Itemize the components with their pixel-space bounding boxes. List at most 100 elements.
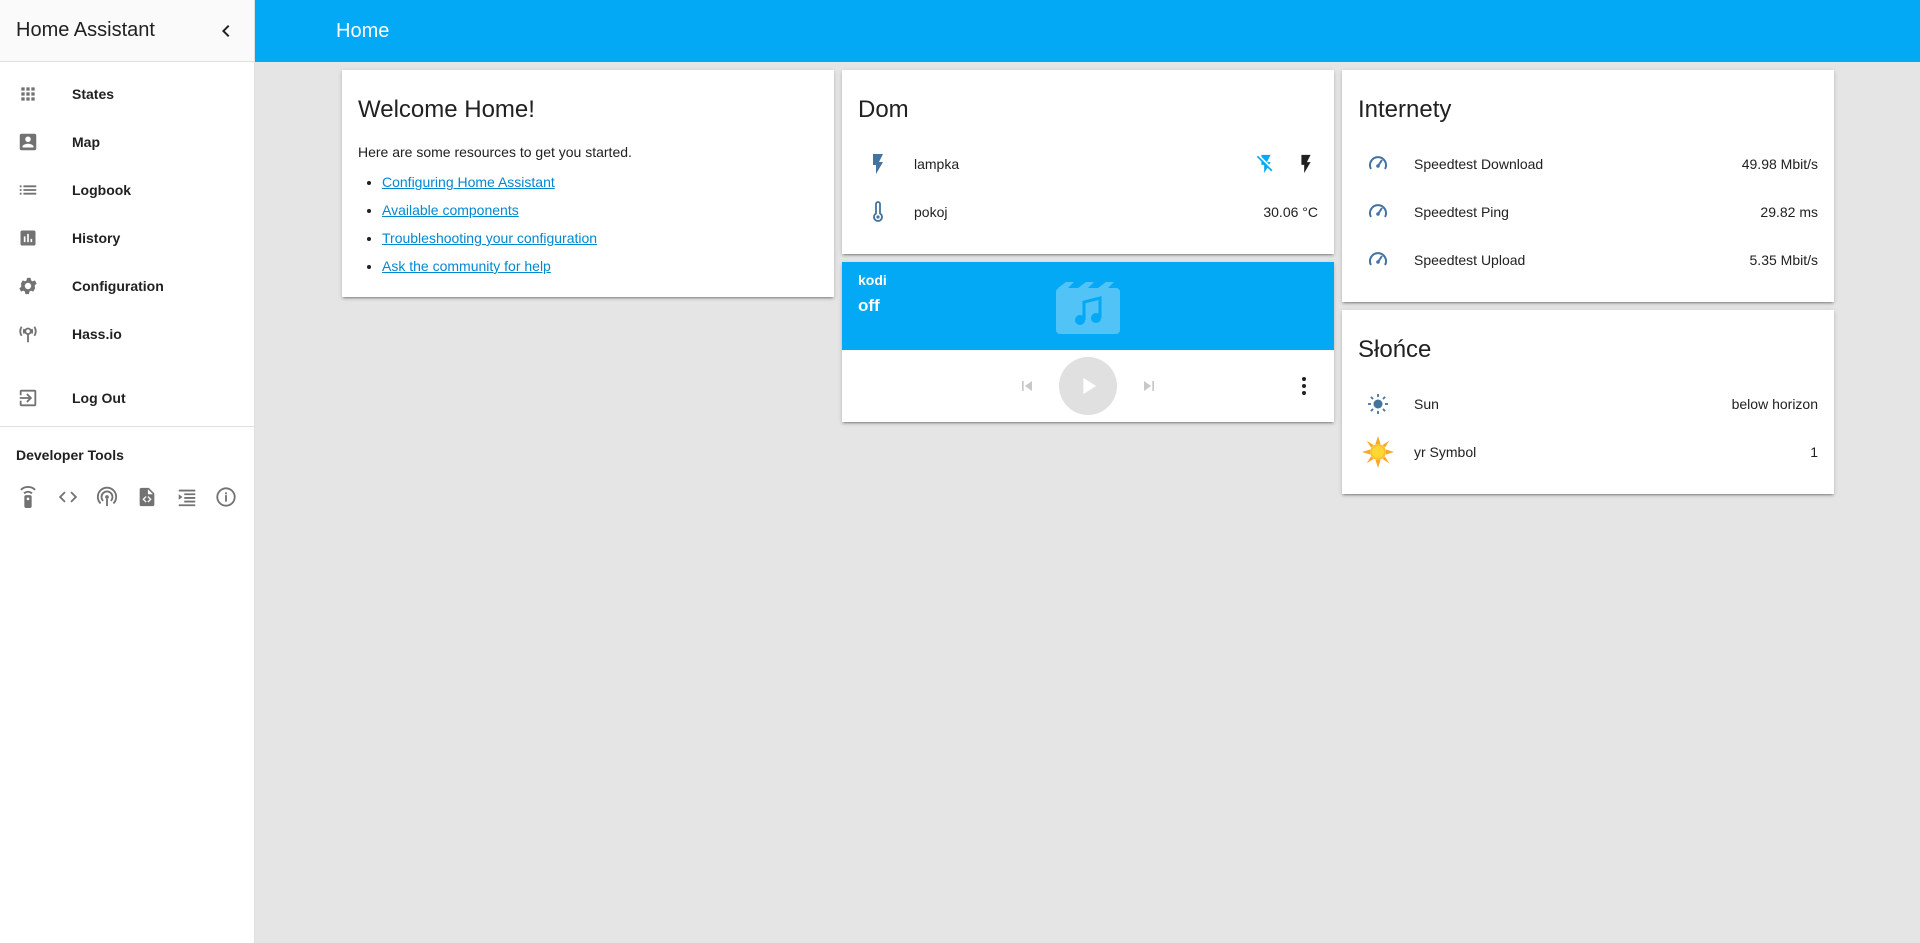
mqtt-icon[interactable] [175,485,199,509]
entity-state: 1 [1810,444,1818,460]
apps-icon [16,82,40,106]
play-button[interactable] [1059,357,1117,415]
dots-vertical-icon [1302,377,1306,395]
sidebar-item-map[interactable]: Map [0,118,254,166]
sunny-weather-icon [1358,432,1398,472]
speedometer-icon [1358,240,1398,280]
sun-icon [1358,384,1398,424]
welcome-card: Welcome Home! Here are some resources to… [342,70,834,297]
entity-state: 30.06 °C [1263,204,1318,220]
skip-next-icon [1144,381,1154,391]
media-player-card: kodi off [842,262,1334,422]
entity-state: 5.35 Mbit/s [1749,252,1818,268]
media-controls [842,350,1334,422]
sidebar-item-label: Hass.io [72,326,122,342]
sidebar: Home Assistant States Map Logbook Histor… [0,0,255,943]
info-icon[interactable] [214,485,238,509]
entity-state: 49.98 Mbit/s [1741,156,1818,172]
entity-row-yr-symbol[interactable]: yr Symbol 1 [1342,428,1834,476]
collapse-sidebar-button[interactable] [214,19,238,43]
slonce-card: Słońce Sun below horizon yr Symbol 1 [1342,310,1834,494]
sidebar-item-configuration[interactable]: Configuration [0,262,254,310]
nav-gap [0,358,254,374]
sidebar-item-label: Logbook [72,182,132,198]
entity-row-speedtest-download[interactable]: Speedtest Download 49.98 Mbit/s [1342,140,1834,188]
link-configuring[interactable]: Configuring Home Assistant [382,174,555,190]
card-title: Słońce [1358,336,1432,363]
logout-icon [16,386,40,410]
flash-on-button[interactable] [1294,152,1318,176]
entity-name: Speedtest Download [1414,156,1544,172]
sidebar-header: Home Assistant [0,0,254,62]
entity-name: Speedtest Upload [1414,252,1526,268]
resource-list: Configuring Home Assistant Available com… [342,160,834,280]
link-components[interactable]: Available components [382,202,519,218]
skip-previous-icon [1022,381,1032,391]
entity-row-speedtest-upload[interactable]: Speedtest Upload 5.35 Mbit/s [1342,236,1834,284]
speedometer-icon [1358,192,1398,232]
sidebar-item-label: Map [72,134,100,150]
welcome-intro: Here are some resources to get you start… [358,144,632,160]
flash-off-icon [1256,154,1273,174]
link-community[interactable]: Ask the community for help [382,258,551,274]
page-title: Home [336,19,390,42]
logout-button[interactable]: Log Out [0,374,254,422]
link-troubleshooting[interactable]: Troubleshooting your configuration [382,230,597,246]
entity-row-sun[interactable]: Sun below horizon [1342,380,1834,428]
logout-label: Log Out [72,390,126,406]
entity-state: below horizon [1731,396,1818,412]
entity-name: Sun [1414,396,1439,412]
thermometer-icon [858,192,898,232]
sidebar-item-states[interactable]: States [0,70,254,118]
app-toolbar: Home [255,0,1920,62]
hassio-icon [16,322,40,346]
template-icon[interactable] [135,485,159,509]
account-box-icon [16,130,40,154]
flash-icon [858,144,898,184]
entity-name: pokoj [914,204,948,220]
gear-icon [16,274,40,298]
list-icon [16,178,40,202]
sidebar-item-logbook[interactable]: Logbook [0,166,254,214]
card-title: Internety [1358,96,1452,123]
code-icon[interactable] [56,485,80,509]
previous-track-button[interactable] [1015,374,1039,398]
flash-on-icon [1301,154,1311,174]
list-item: Ask the community for help [382,252,834,280]
entity-row-speedtest-ping[interactable]: Speedtest Ping 29.82 ms [1342,188,1834,236]
next-track-button[interactable] [1137,374,1161,398]
speedometer-icon [1358,144,1398,184]
remote-icon[interactable] [16,485,40,509]
sidebar-item-label: Configuration [72,278,164,294]
toggle-buttons [1254,152,1318,176]
dom-card: Dom lampka pokoj 30.06 °C [842,70,1334,254]
flash-off-button[interactable] [1254,152,1278,176]
broadcast-icon[interactable] [95,485,119,509]
list-item: Configuring Home Assistant [382,168,834,196]
list-item: Troubleshooting your configuration [382,224,834,252]
more-options-button[interactable] [1292,374,1316,398]
play-icon [1083,377,1097,395]
movie-music-icon [1056,282,1120,334]
entity-state: 29.82 ms [1760,204,1818,220]
sidebar-item-label: History [72,230,121,246]
internety-card: Internety Speedtest Download 49.98 Mbit/… [1342,70,1834,302]
app-title: Home Assistant [16,19,155,41]
sidebar-item-history[interactable]: History [0,214,254,262]
sidebar-item-hassio[interactable]: Hass.io [0,310,254,358]
nav-list: States Map Logbook History Configuration [0,62,254,422]
entity-row-lampka[interactable]: lampka [842,140,1334,188]
developer-tools-title: Developer Tools [16,447,124,463]
chart-icon [16,226,40,250]
entity-name: lampka [914,156,960,172]
entity-name: yr Symbol [1414,444,1477,460]
card-title: Dom [858,96,909,123]
sidebar-item-label: States [72,86,115,102]
entity-name: Speedtest Ping [1414,204,1509,220]
media-player-banner[interactable]: kodi off [842,262,1334,350]
developer-tools [0,473,254,509]
card-title: Welcome Home! [358,96,535,123]
chevron-left-icon [222,24,230,37]
entity-row-pokoj[interactable]: pokoj 30.06 °C [842,188,1334,236]
list-item: Available components [382,196,834,224]
